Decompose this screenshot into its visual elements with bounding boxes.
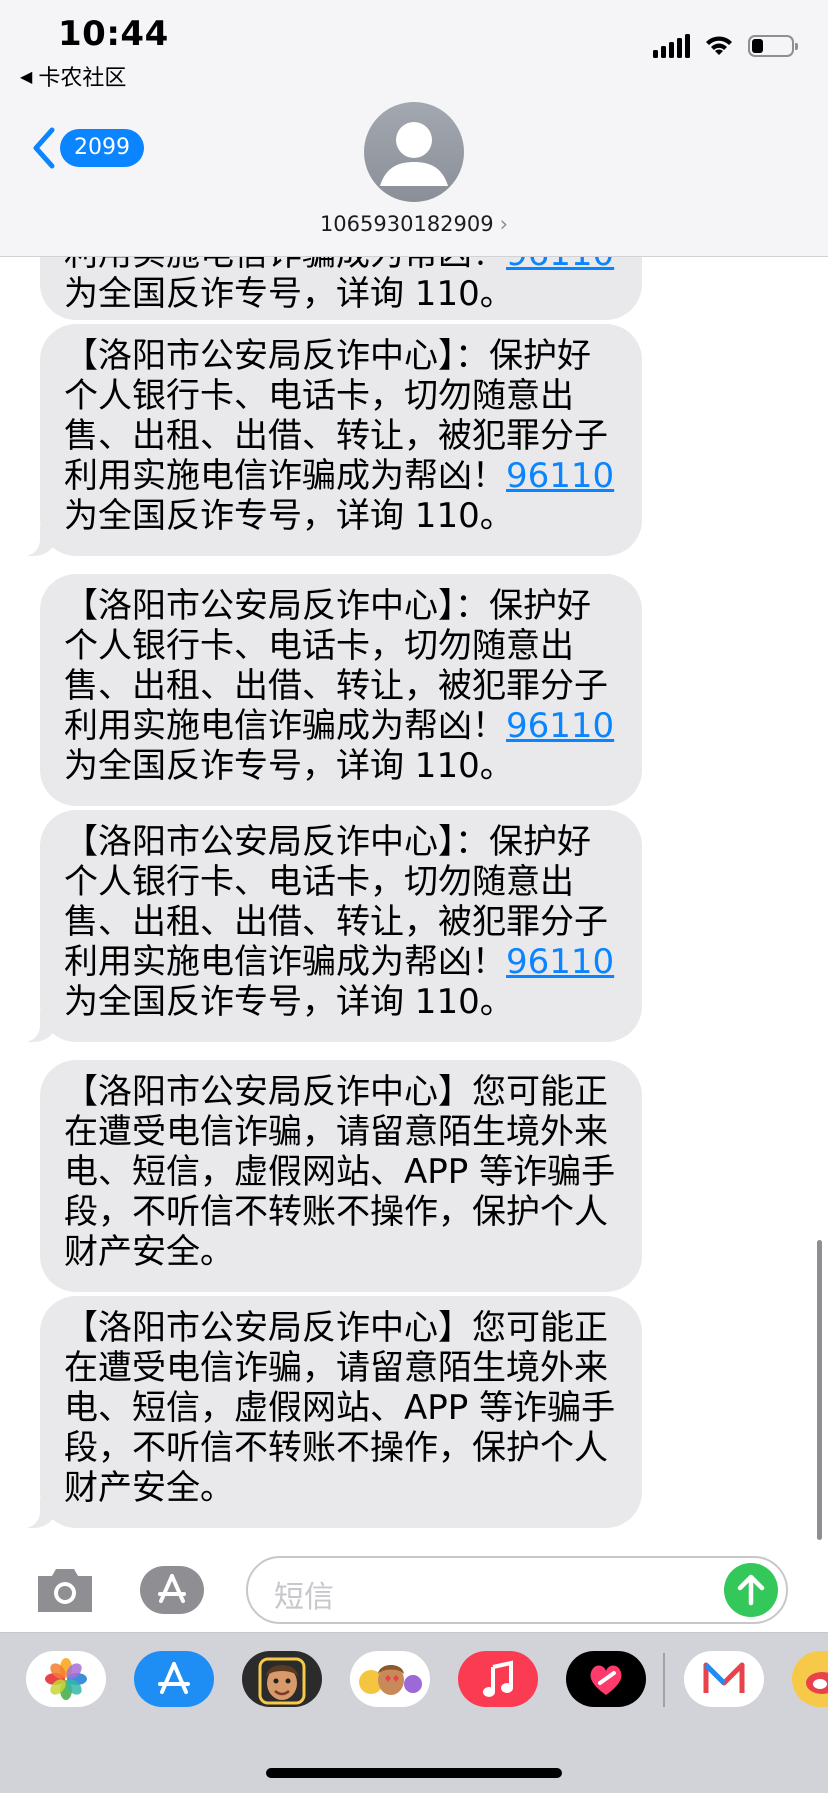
message-text: 为全国反诈专号，详询 110。: [64, 982, 514, 1022]
app-drawer-divider: [663, 1653, 665, 1707]
message-text: 为全国反诈专号，详询 110。: [64, 746, 514, 786]
app-store-icon: [158, 1574, 186, 1603]
photos-flower-icon: [45, 1658, 87, 1700]
phone-link[interactable]: 96110: [506, 706, 614, 746]
music-app-icon[interactable]: [458, 1651, 538, 1707]
imessage-app-drawer: [0, 1632, 828, 1793]
apps-button[interactable]: [140, 1566, 204, 1614]
animoji-app-icon[interactable]: [350, 1651, 430, 1707]
chevron-right-icon: ›: [499, 212, 509, 236]
scrollbar[interactable]: [817, 1240, 822, 1540]
app-store-app-icon[interactable]: [134, 1651, 214, 1707]
contact-avatar[interactable]: [364, 102, 464, 202]
memoji-app-icon[interactable]: [242, 1651, 322, 1707]
status-icons: [653, 34, 798, 58]
message-bubble: 【洛阳市公安局反诈中心】：保护好个人银行卡、电话卡，切勿随意出售、出租、出借、转…: [40, 574, 642, 806]
phone-link[interactable]: 96110: [506, 456, 614, 496]
maps-m-icon: [703, 1662, 745, 1693]
unread-count-badge: 2099: [60, 129, 144, 167]
memoji-face-icon: [258, 1657, 306, 1705]
message-text: 为全国反诈专号，详询 110。: [64, 496, 514, 536]
message-text: 【洛阳市公安局反诈中心】您可能正在遭受电信诈骗，请留意陌生境外来电、短信，虚假网…: [64, 1308, 616, 1508]
send-button[interactable]: [724, 1563, 778, 1617]
message-bubble: 【洛阳市公安局反诈中心】：保护好个人银行卡、电话卡，切勿随意出售、出租、出借、转…: [16, 810, 642, 1042]
weibo-app-icon[interactable]: [792, 1651, 828, 1707]
back-to-app-link[interactable]: ◀ 卡农社区: [20, 60, 126, 92]
phone-link[interactable]: 96110: [506, 942, 614, 982]
heart-icon: [590, 1665, 622, 1695]
contact-number: 1065930182909: [319, 212, 494, 236]
photos-app-icon[interactable]: [26, 1651, 106, 1707]
message-text: 【洛阳市公安局反诈中心】您可能正在遭受电信诈骗，请留意陌生境外来电、短信，虚假网…: [64, 1072, 616, 1272]
message-bubble: 【洛阳市公安局反诈中心】您可能正在遭受电信诈骗，请留意陌生境外来电、短信，虚假网…: [40, 1060, 642, 1292]
message-input[interactable]: 短信: [246, 1556, 788, 1624]
home-indicator[interactable]: [266, 1768, 562, 1778]
message-bubble: 【洛阳市公安局反诈中心】您可能正在遭受电信诈骗，请留意陌生境外来电、短信，虚假网…: [16, 1296, 642, 1528]
digital-touch-app-icon[interactable]: [566, 1651, 646, 1707]
chevron-left-icon: [33, 127, 55, 169]
arrow-up-icon: [737, 1574, 765, 1606]
conversation-header: 10:44 ◀ 卡农社区 2099 1065930182909 ›: [0, 0, 828, 257]
person-icon: [380, 122, 448, 186]
weibo-eye-icon: [806, 1672, 828, 1694]
battery-icon: [748, 35, 798, 57]
back-button[interactable]: 2099: [30, 126, 144, 170]
camera-icon: [38, 1569, 92, 1612]
message-input-placeholder: 短信: [274, 1580, 334, 1615]
back-triangle-icon: ◀: [20, 66, 33, 86]
music-note-icon: [483, 1660, 513, 1697]
wifi-icon: [706, 36, 732, 55]
animoji-faces-icon: [359, 1665, 422, 1695]
maps-app-icon[interactable]: [684, 1651, 764, 1707]
cellular-signal-icon: [653, 34, 690, 58]
camera-button[interactable]: [34, 1566, 96, 1618]
contact-name-button[interactable]: 1065930182909 ›: [0, 212, 828, 236]
message-bubble: 【洛阳市公安局反诈中心】：保护好个人银行卡、电话卡，切勿随意出售、出租、出借、转…: [16, 324, 642, 556]
back-app-label: 卡农社区: [38, 66, 127, 91]
battery-level: [752, 39, 763, 53]
app-store-glyph-icon: [158, 1662, 190, 1694]
status-time: 10:44: [58, 14, 169, 54]
